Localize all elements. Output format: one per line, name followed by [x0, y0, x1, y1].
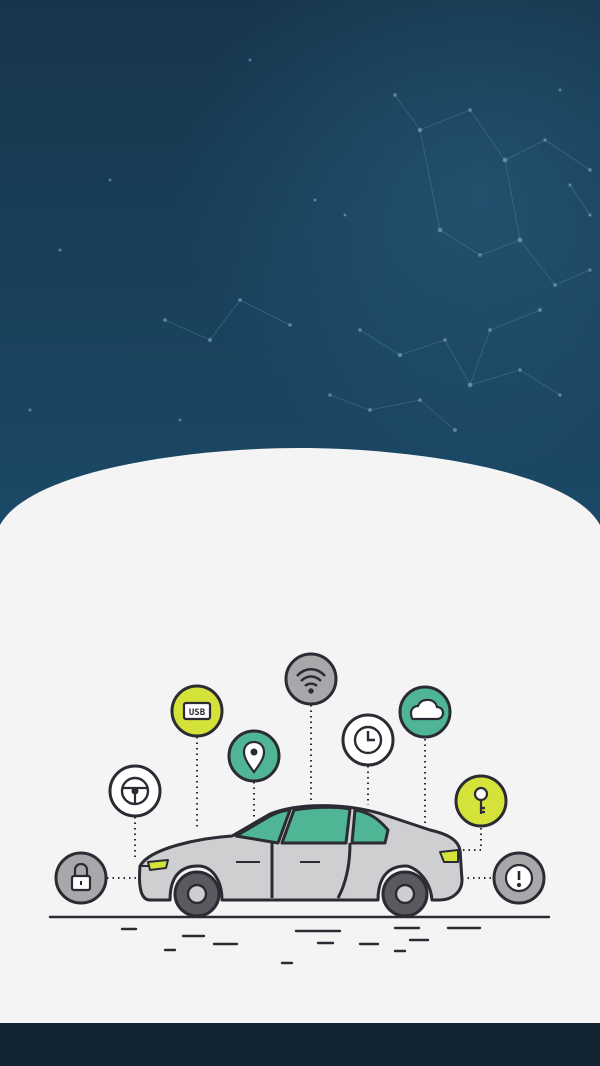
illustration-canvas: USB — [0, 0, 600, 1066]
footer-bar — [0, 1023, 600, 1066]
usb-icon: USB — [170, 684, 224, 738]
key-icon — [454, 774, 508, 828]
location-pin-icon — [227, 729, 281, 783]
car-front-window — [280, 805, 352, 845]
alert-icon — [492, 851, 546, 905]
lock-icon — [54, 851, 108, 905]
cloud-icon — [398, 685, 452, 739]
clock-icon — [341, 713, 395, 767]
wifi-icon — [284, 652, 338, 706]
usb-label: USB — [189, 708, 206, 718]
car-headlight — [147, 859, 169, 871]
steering-wheel-icon — [108, 764, 162, 818]
car-taillight — [439, 849, 459, 863]
content-panel — [0, 448, 600, 1023]
